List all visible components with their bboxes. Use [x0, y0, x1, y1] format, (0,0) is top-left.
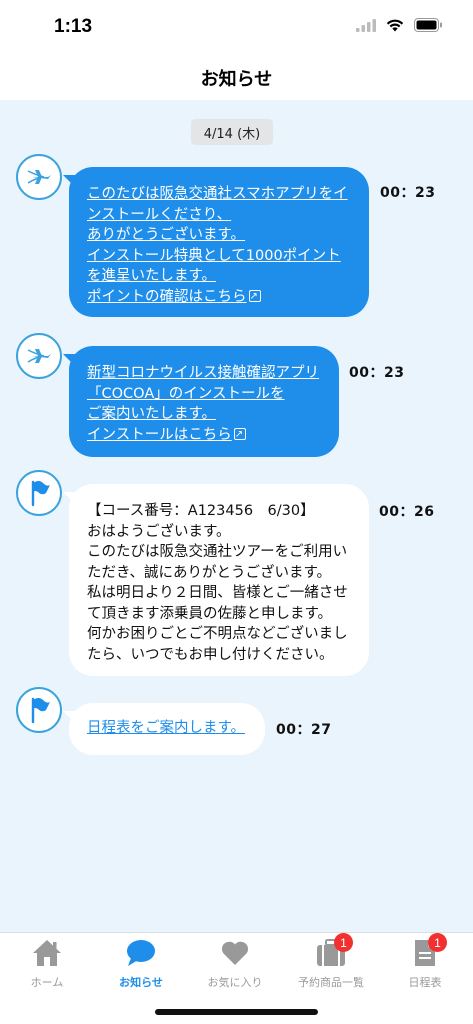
- message-line: 【コース番号：A123456 6/30】: [87, 503, 315, 519]
- message-line[interactable]: ンストールくださり、: [87, 205, 351, 226]
- message-line[interactable]: を進呈いたします。: [87, 266, 351, 287]
- message-line: 何かお困りごとご不明点などございまし: [87, 626, 348, 642]
- external-link-icon: [233, 425, 246, 445]
- airplane-icon: [27, 170, 51, 184]
- message-list[interactable]: 4/14 (木) このたびは阪急交通社スマホアプリをイ ンストールくださり、 あ…: [0, 100, 473, 932]
- tab-favorites[interactable]: お気に入り: [188, 937, 282, 995]
- home-icon: [33, 940, 61, 966]
- message-line: たら、いつでもお申し付けください。: [87, 646, 334, 663]
- tab-label: 予約商品一覧: [298, 976, 364, 989]
- message-line: おはようございます。: [87, 523, 231, 540]
- sender-avatar: [16, 154, 62, 200]
- message-line[interactable]: ありがとうございます。: [87, 225, 351, 246]
- flag-icon: [31, 480, 50, 507]
- message-line: ただき、誠にありがとうございます。: [87, 564, 332, 581]
- airplane-icon: [27, 349, 51, 363]
- nav-bar: お知らせ: [0, 56, 473, 100]
- signal-icon: [356, 18, 376, 32]
- points-link[interactable]: ポイントの確認はこちら: [87, 289, 247, 305]
- message-line[interactable]: インストール特典として1000ポイント: [87, 246, 351, 267]
- tab-itinerary[interactable]: 1 日程表: [378, 933, 472, 995]
- message-time: 00：23: [349, 365, 405, 381]
- tab-label: 日程表: [408, 976, 442, 989]
- message-time: 00：27: [276, 722, 332, 738]
- message-time: 00：23: [380, 185, 436, 201]
- wifi-icon: [386, 19, 404, 31]
- sender-avatar: [16, 470, 62, 516]
- tab-bookings[interactable]: 1 予約商品一覧: [284, 933, 378, 995]
- message-bubble[interactable]: 新型コロナウイルス接触確認アプリ 「COCOA」のインストールを ご案内いたしま…: [63, 346, 339, 457]
- tab-label: ホーム: [30, 976, 64, 989]
- chat-bubble-icon: [127, 940, 155, 966]
- sender-avatar: [16, 333, 62, 379]
- tab-home[interactable]: ホーム: [0, 937, 94, 995]
- page-title: お知らせ: [200, 69, 273, 90]
- battery-icon: [414, 18, 442, 32]
- date-separator: 4/14 (木): [191, 119, 273, 145]
- tab-label: お知らせ: [119, 976, 163, 989]
- schedule-link[interactable]: 日程表をご案内します。: [87, 718, 247, 739]
- message-line: て頂きます添乗員の佐藤と申します。: [87, 605, 333, 622]
- notification-badge: 1: [334, 933, 353, 952]
- install-link[interactable]: インストールはこちら: [87, 427, 232, 443]
- message-bubble[interactable]: このたびは阪急交通社スマホアプリをイ ンストールくださり、 ありがとうございます…: [63, 167, 369, 317]
- sender-avatar: [16, 687, 62, 733]
- tab-bar: ホーム お知らせ お気に入り 1 予約商品一覧 1 日程表: [0, 932, 473, 1024]
- heart-icon: [221, 941, 249, 965]
- tab-label: お気に入り: [207, 976, 263, 989]
- message-line: このたびは阪急交通社ツアーをご利用い: [87, 544, 348, 560]
- home-indicator: [155, 1009, 318, 1015]
- message-bubble[interactable]: 日程表をご案内します。: [63, 703, 265, 755]
- message-line[interactable]: 新型コロナウイルス接触確認アプリ: [87, 363, 321, 384]
- message-time: 00：26: [379, 504, 435, 520]
- tab-notifications[interactable]: お知らせ: [94, 937, 188, 995]
- message-line: 私は明日より２日間、皆様とご一緒させ: [87, 585, 348, 601]
- message-bubble: 【コース番号：A123456 6/30】 おはようございます。 このたびは阪急交…: [63, 484, 369, 676]
- message-line[interactable]: このたびは阪急交通社スマホアプリをイ: [87, 184, 351, 205]
- notification-badge: 1: [428, 933, 447, 952]
- message-line[interactable]: 「COCOA」のインストールを: [87, 384, 321, 405]
- external-link-icon: [248, 287, 261, 307]
- flag-icon: [31, 697, 50, 724]
- status-bar: 1:13: [0, 0, 473, 56]
- status-time: 1:13: [54, 16, 93, 37]
- message-line[interactable]: ご案内いたします。: [87, 404, 321, 425]
